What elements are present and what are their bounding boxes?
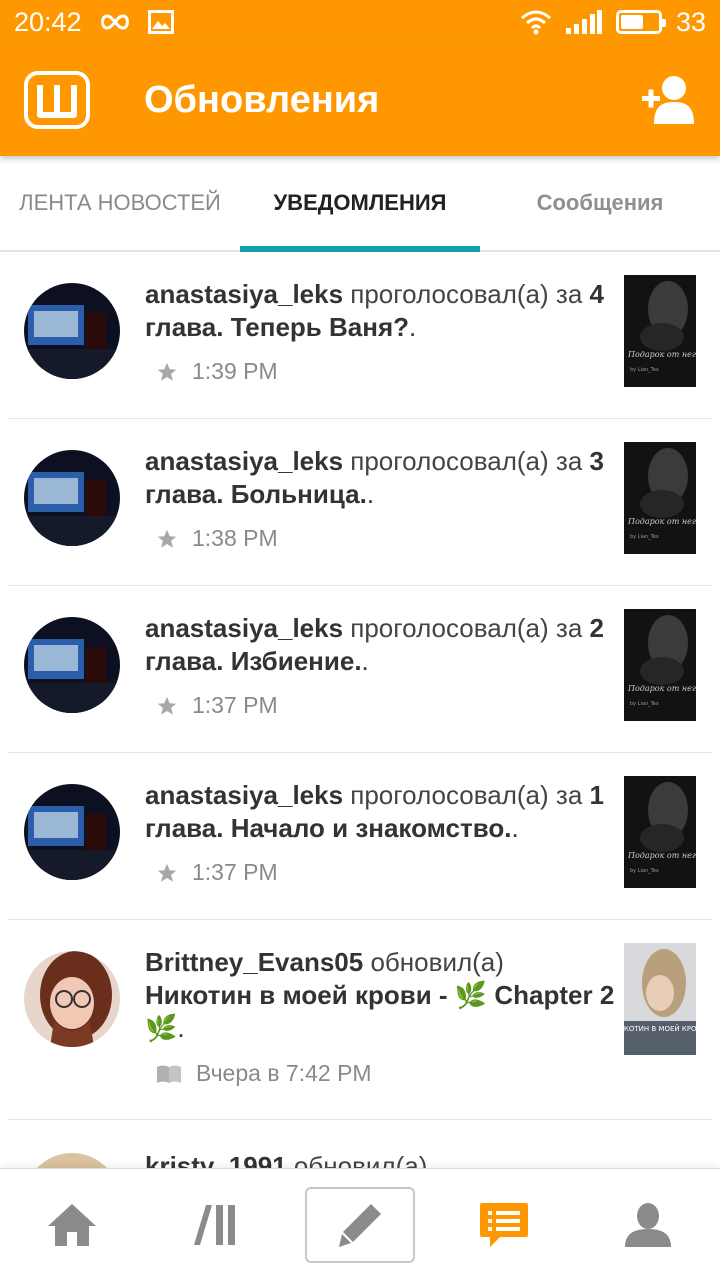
story-cover[interactable]: НИКОТИН В МОЕЙ КРОВИ [624,943,696,1055]
story-cover[interactable]: Подарок от него by Lian_Tex [624,275,696,387]
image-icon [147,10,174,34]
pencil-icon [339,1203,381,1247]
status-time: 20:42 [14,6,82,37]
star-icon [157,529,177,548]
svg-text:by Lian_Tex: by Lian_Tex [630,868,659,874]
notification-time: Вчера в 7:42 PM [196,1060,372,1086]
svg-text:by Lian_Tex: by Lian_Tex [630,534,659,540]
add-friend-icon[interactable] [640,74,696,126]
notification-item[interactable]: Brittney_Evans05 обновил(а) Никотин в мо… [8,920,712,1120]
nav-library[interactable] [144,1169,288,1280]
svg-text:НИКОТИН В МОЕЙ КРОВИ: НИКОТИН В МОЕЙ КРОВИ [624,1024,696,1033]
story-cover[interactable]: Подарок от него by Lian_Tex [624,442,696,554]
notifications-icon [480,1202,528,1247]
username-link[interactable]: Brittney_Evans05 [145,947,363,977]
avatar[interactable] [24,283,120,379]
notification-time: 1:37 PM [192,692,278,718]
avatar[interactable] [24,784,120,880]
notification-meta: Вчера в 7:42 PM [156,1060,372,1087]
star-icon [157,863,177,882]
battery-percent: 33 [675,6,706,37]
svg-text:Подарок от него: Подарок от него [627,684,696,693]
avatar[interactable] [24,951,120,1047]
svg-text:by Lian_Tex: by Lian_Tex [630,367,659,373]
bottom-nav [0,1168,720,1280]
status-bar: 20:42 33 [0,0,720,44]
notification-list[interactable]: anastasiya_leks проголосовал(а) за 4 гла… [0,252,720,1172]
svg-text:Подарок от него: Подарок от него [627,350,696,359]
svg-text:Подарок от него: Подарок от него [627,851,696,860]
wattpad-logo-icon [37,85,77,118]
story-link[interactable]: Никотин в моей крови - 🌿 Chapter 2 🌿 [145,980,614,1043]
notification-time: 1:38 PM [192,525,278,551]
star-icon [157,696,177,715]
notification-item-partial[interactable]: kristy_1991 обновил(а) [8,1120,712,1172]
infinity-icon [100,14,129,30]
tab-bar: ЛЕНТА НОВОСТЕЙ УВЕДОМЛЕНИЯ Сообщения [0,156,720,252]
notification-text: anastasiya_leks проголосовал(а) за 2 гла… [145,613,604,676]
app-bar: Обновления [0,44,720,156]
notification-text: anastasiya_leks проголосовал(а) за 3 гла… [145,446,604,509]
svg-text:by Lian_Tex: by Lian_Tex [630,701,659,707]
username-link[interactable]: anastasiya_leks [145,613,343,643]
battery-icon [615,10,666,34]
username-link[interactable]: anastasiya_leks [145,780,343,810]
notification-item[interactable]: anastasiya_leks проголосовал(а) за 2 гла… [8,586,712,753]
svg-text:Подарок от него: Подарок от него [627,517,696,526]
notification-time: 1:39 PM [192,358,278,384]
nav-write[interactable] [288,1169,432,1280]
app-logo[interactable] [24,71,90,129]
notification-text: Brittney_Evans05 обновил(а) Никотин в мо… [145,947,615,1043]
library-icon [194,1204,235,1245]
profile-icon [625,1202,671,1247]
tab-messages[interactable]: Сообщения [480,156,720,250]
notification-meta: 1:37 PM [156,859,278,886]
username-link[interactable]: anastasiya_leks [145,279,343,309]
notification-meta: 1:39 PM [156,358,278,385]
nav-notifications[interactable] [432,1169,576,1280]
notification-text: anastasiya_leks проголосовал(а) за 4 гла… [145,279,604,342]
tab-notifications[interactable]: УВЕДОМЛЕНИЯ [240,156,480,252]
notification-item[interactable]: anastasiya_leks проголосовал(а) за 3 гла… [8,419,712,586]
username-link[interactable]: anastasiya_leks [145,446,343,476]
tab-news-feed[interactable]: ЛЕНТА НОВОСТЕЙ [0,156,240,250]
notification-time: 1:37 PM [192,859,278,885]
book-icon [157,1065,181,1083]
story-cover[interactable]: Подарок от него by Lian_Tex [624,609,696,721]
nav-home[interactable] [0,1169,144,1280]
story-cover[interactable]: Подарок от него by Lian_Tex [624,776,696,888]
nav-profile[interactable] [576,1169,720,1280]
home-icon [48,1203,96,1246]
notification-text: anastasiya_leks проголосовал(а) за 1 гла… [145,780,604,843]
signal-icon [565,10,602,34]
write-button[interactable] [305,1186,415,1263]
avatar[interactable] [24,450,120,546]
page-title: Обновления [144,78,380,121]
notification-item[interactable]: anastasiya_leks проголосовал(а) за 1 гла… [8,753,712,920]
avatar[interactable] [24,617,120,713]
wifi-icon [520,10,551,35]
star-icon [157,362,177,381]
notification-meta: 1:38 PM [156,525,278,552]
notification-item[interactable]: anastasiya_leks проголосовал(а) за 4 гла… [8,252,712,419]
notification-meta: 1:37 PM [156,692,278,719]
